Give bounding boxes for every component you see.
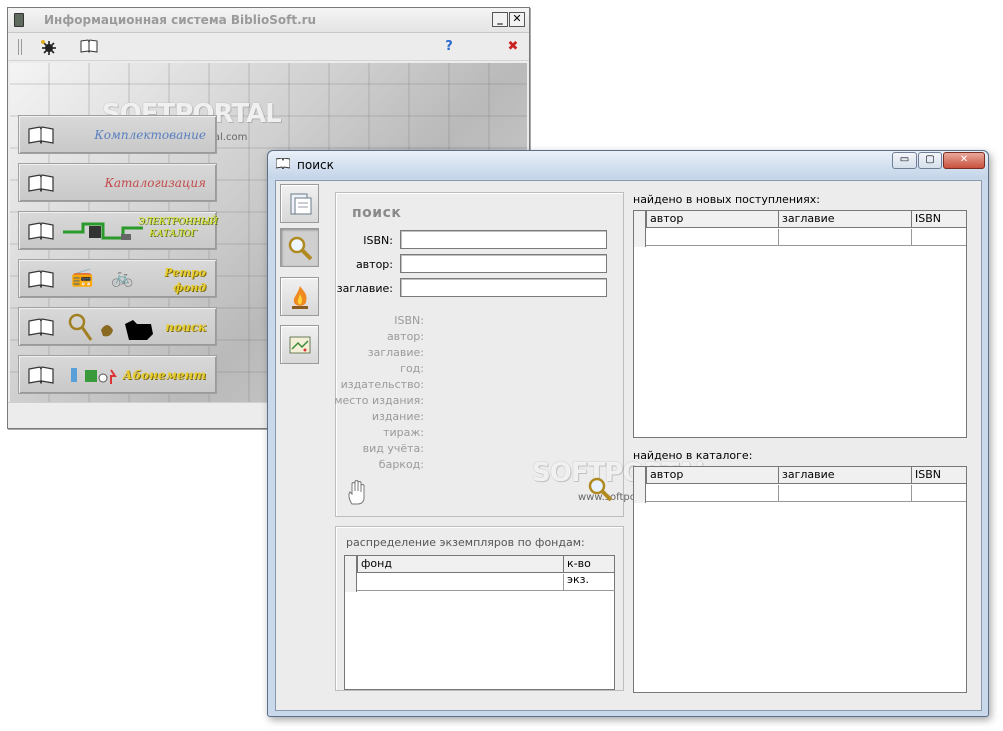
table-row[interactable] — [357, 574, 615, 591]
menu-label: Абонемент — [122, 368, 206, 382]
search-window-client: поиск ISBN: автор: заглавие: ISBN: автор… — [275, 180, 982, 711]
main-window-titlebar[interactable]: Информационная система BiblioSoft.ru _ ✕ — [8, 8, 529, 33]
gear-icon[interactable] — [39, 39, 57, 55]
info-year-label: год: — [400, 362, 424, 375]
info-publisher-label: издательство: — [340, 378, 424, 391]
cell-divider — [778, 229, 779, 246]
menu-cataloging-button[interactable]: Каталогизация — [18, 163, 217, 202]
info-barcode-label: баркод: — [378, 458, 424, 471]
search-window-titlebar[interactable]: поиск ▭ ▢ ✕ — [268, 151, 988, 179]
search-go-icon[interactable] — [586, 475, 614, 506]
toolbar-grip[interactable] — [18, 39, 22, 55]
menu-search-button[interactable]: поиск — [18, 307, 217, 346]
info-accounting-label: вид учёта: — [362, 442, 424, 455]
maximize-button[interactable]: ▢ — [918, 152, 942, 169]
menu-label: Каталогизация — [104, 176, 206, 190]
bicycle-icon: 🚲 — [111, 267, 134, 288]
table-row[interactable] — [646, 229, 966, 246]
help-icon[interactable]: ? — [440, 39, 458, 55]
app-icon — [14, 13, 24, 27]
main-toolbar: ? ✖ — [8, 33, 529, 61]
grid-header: автор заглавие ISBN — [634, 467, 966, 484]
search-window: поиск ▭ ▢ ✕ поиск ISBN: автор: заглавие:… — [267, 150, 989, 717]
cell-divider — [563, 574, 564, 591]
cell-divider — [778, 485, 779, 502]
info-place-label: место издания: — [334, 394, 424, 407]
minimize-button[interactable]: ▭ — [892, 152, 917, 169]
distribution-title: распределение экземпляров по фондам: — [346, 536, 585, 549]
book-icon — [28, 366, 54, 384]
cell-divider — [911, 229, 912, 246]
book-icon[interactable] — [80, 39, 98, 55]
column-header-author[interactable]: автор — [646, 467, 778, 484]
menu-subscription-button[interactable]: Абонемент — [18, 355, 217, 394]
grid-header: автор заглавие ISBN — [634, 211, 966, 228]
row-selector-column — [345, 556, 357, 592]
info-isbn-label: ISBN: — [394, 314, 424, 327]
search-window-title: поиск — [297, 158, 334, 172]
column-header-count[interactable]: к-во экз. — [563, 556, 615, 586]
info-edition-label: издание: — [371, 410, 424, 423]
new-arrivals-grid[interactable]: автор заглавие ISBN — [633, 210, 967, 438]
book-icon — [275, 157, 291, 172]
lending-icons — [71, 368, 117, 384]
menu-label: Комплектование — [94, 128, 206, 142]
column-header-title[interactable]: заглавие — [778, 211, 911, 228]
column-header-fund[interactable]: фонд — [357, 556, 563, 573]
new-arrivals-title: найдено в новых поступлениях: — [633, 193, 820, 206]
menu-label: Ретро фонд — [164, 266, 206, 294]
info-printrun-label: тираж: — [383, 426, 424, 439]
column-header-title[interactable]: заглавие — [778, 467, 911, 484]
magnifier-icon[interactable] — [280, 228, 319, 267]
column-header-isbn[interactable]: ISBN — [911, 467, 966, 484]
distribution-panel: распределение экземпляров по фондам: фон… — [335, 526, 624, 691]
distribution-grid[interactable]: фонд к-во экз. — [344, 555, 615, 690]
isbn-input[interactable] — [400, 230, 607, 249]
menu-retro-fund-button[interactable]: 📻 🚲 Ретро фонд — [18, 259, 217, 298]
book-icon — [28, 126, 54, 144]
row-selector-column — [634, 211, 646, 247]
book-icon — [28, 174, 54, 192]
main-window-title: Информационная система BiblioSoft.ru — [44, 13, 317, 27]
menu-electronic-catalog-button[interactable]: ЭЛЕКТРОННЫЙ КАТАЛОГ — [18, 211, 218, 250]
info-title-label: заглавие: — [367, 346, 424, 359]
title-input[interactable] — [400, 278, 607, 297]
search-heading: поиск — [352, 205, 402, 221]
grid-header: фонд к-во экз. — [345, 556, 615, 586]
author-input[interactable] — [400, 254, 607, 273]
close-button[interactable]: ✕ — [509, 12, 525, 27]
menu-acquisition-button[interactable]: Комплектование — [18, 115, 217, 154]
detective-icon — [68, 313, 153, 341]
table-row[interactable] — [646, 485, 966, 502]
isbn-label: ISBN: — [363, 234, 393, 247]
cell-divider — [911, 485, 912, 502]
row-selector-column — [634, 467, 646, 503]
exit-icon[interactable]: ✖ — [504, 39, 522, 55]
book-icon — [28, 270, 54, 288]
catalog-title: найдено в каталоге: — [633, 449, 753, 462]
document-icon[interactable] — [280, 184, 319, 223]
author-label: автор: — [355, 258, 393, 271]
info-author-label: автор: — [386, 330, 424, 343]
book-icon — [28, 318, 54, 336]
search-panel: поиск ISBN: автор: заглавие: ISBN: автор… — [334, 192, 712, 517]
hand-icon[interactable] — [346, 480, 370, 509]
column-header-author[interactable]: автор — [646, 211, 778, 228]
book-icon — [28, 222, 54, 240]
menu-label: ЭЛЕКТРОННЫЙ КАТАЛОГ — [138, 217, 218, 239]
menu-label: поиск — [165, 320, 206, 334]
close-button[interactable]: ✕ — [943, 152, 985, 169]
column-header-isbn[interactable]: ISBN — [911, 211, 966, 228]
envelope-icon[interactable] — [280, 325, 319, 364]
gramophone-icon: 📻 — [71, 267, 94, 288]
catalog-grid[interactable]: автор заглавие ISBN — [633, 466, 967, 693]
title-label: заглавие: — [336, 282, 393, 295]
circuit-icon — [63, 222, 143, 240]
fire-icon[interactable] — [280, 277, 319, 316]
minimize-button[interactable]: _ — [492, 12, 508, 27]
